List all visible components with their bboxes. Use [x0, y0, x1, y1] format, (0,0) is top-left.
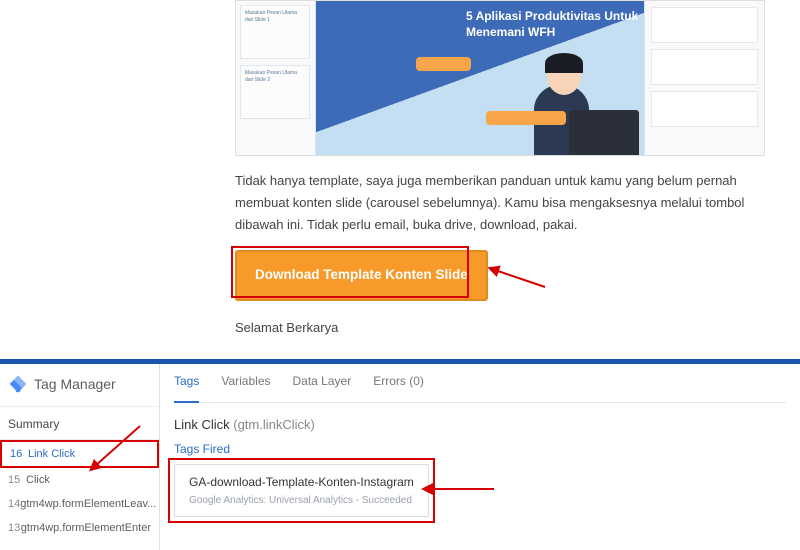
event-row-link-click[interactable]: 16 Link Click: [0, 440, 159, 468]
slide-thumbnails-panel: Masukan Pesan Utama dari Slide 1 Masukan…: [236, 1, 316, 155]
slide-preview: Masukan Pesan Utama dari Slide 1 Masukan…: [235, 0, 765, 156]
download-template-button[interactable]: Download Template Konten Slide: [235, 250, 488, 301]
event-number: 13: [8, 522, 21, 534]
event-number: 14: [8, 498, 20, 510]
summary-heading[interactable]: Summary: [0, 407, 159, 440]
event-row-form-leave[interactable]: 14 gtm4wp.formElementLeav...: [0, 492, 159, 516]
event-label: gtm4wp.formElementLeav...: [20, 498, 156, 510]
event-row-click[interactable]: 15 Click: [0, 468, 159, 492]
illustration-person: [519, 35, 639, 155]
article-body: Tidak hanya template, saya juga memberik…: [235, 156, 777, 339]
event-number: 15: [8, 474, 26, 486]
speech-bubble: [486, 111, 566, 125]
event-name-sub: (gtm.linkClick): [233, 417, 315, 432]
fired-tag-card[interactable]: GA-download-Template-Konten-Instagram Go…: [174, 464, 429, 517]
slide-thumb-2: Masukan Pesan Utama dari Slide 2: [240, 65, 310, 119]
annotation-arrow-icon: [485, 262, 555, 299]
event-name: Link Click: [174, 417, 230, 432]
event-label: gtm4wp.formElementEnter: [21, 522, 151, 534]
event-row-form-enter[interactable]: 13 gtm4wp.formElementEnter: [0, 516, 159, 540]
fired-tag-name: GA-download-Template-Konten-Instagram: [189, 475, 414, 489]
tag-manager-logo-icon: [8, 374, 28, 394]
tab-variables[interactable]: Variables: [221, 374, 270, 394]
tab-data-layer[interactable]: Data Layer: [293, 374, 352, 394]
tab-tags[interactable]: Tags: [174, 374, 199, 403]
speech-bubble: [416, 57, 471, 71]
gtm-brand-text: Tag Manager: [34, 376, 116, 392]
fired-tag-detail: Google Analytics: Universal Analytics - …: [189, 495, 414, 506]
gtm-sidebar: Tag Manager Summary 16 Link Click 15 Cli…: [0, 364, 160, 550]
event-label: Link Click: [28, 448, 75, 460]
gtm-brand: Tag Manager: [0, 364, 159, 407]
tag-manager-panel: Tag Manager Summary 16 Link Click 15 Cli…: [0, 364, 800, 550]
gtm-main: Tags Variables Data Layer Errors (0) Lin…: [160, 364, 800, 550]
tags-fired-heading: Tags Fired: [174, 442, 786, 456]
article-section: Masukan Pesan Utama dari Slide 1 Masukan…: [0, 0, 800, 359]
gtm-tabs: Tags Variables Data Layer Errors (0): [174, 364, 786, 403]
annotation-arrow-icon: [424, 474, 504, 509]
event-detail-title: Link Click (gtm.linkClick): [174, 417, 786, 432]
event-label: Click: [26, 474, 50, 486]
slide-thumb-1: Masukan Pesan Utama dari Slide 1: [240, 5, 310, 59]
event-number: 16: [10, 448, 28, 460]
article-paragraph: Tidak hanya template, saya juga memberik…: [235, 170, 777, 236]
slide-canvas: 5 Aplikasi Produktivitas Untuk Menemani …: [316, 1, 644, 155]
article-closing: Selamat Berkarya: [235, 317, 777, 339]
slide-sidebar: [644, 1, 764, 155]
tab-errors[interactable]: Errors (0): [373, 374, 424, 394]
